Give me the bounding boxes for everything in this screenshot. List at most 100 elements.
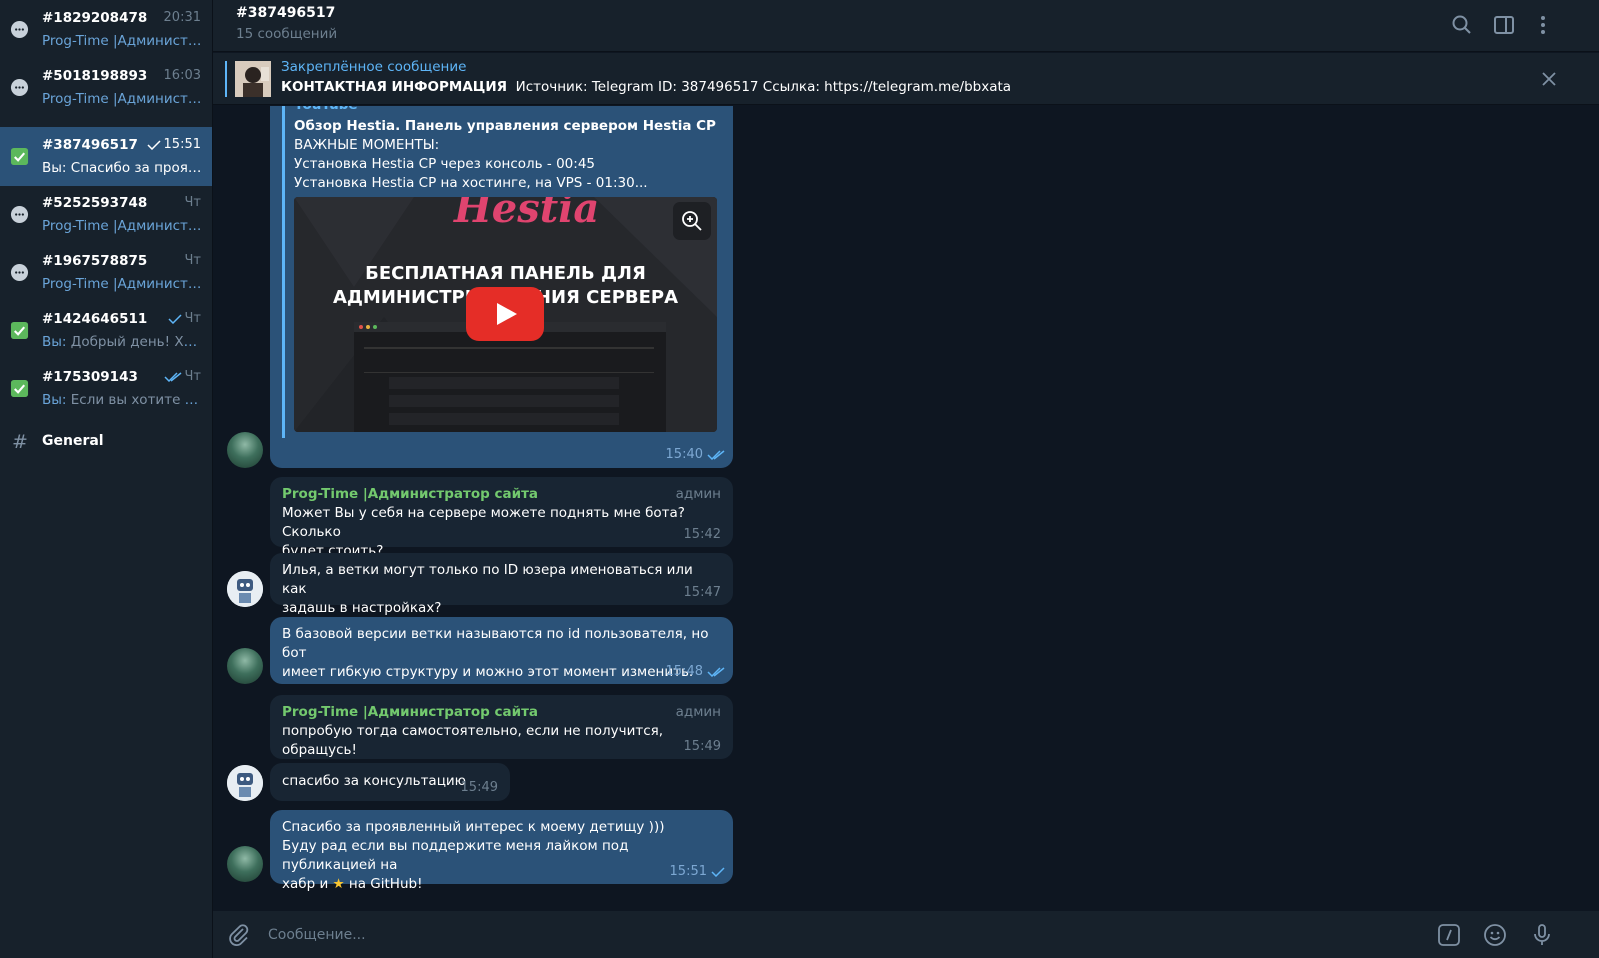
chat-item-active[interactable]: #387496517 15:51 Вы: Спасибо за проя… — [0, 127, 212, 186]
emoji-icon[interactable] — [1483, 923, 1507, 947]
bot-commands-icon[interactable] — [1437, 923, 1461, 947]
chat-preview: Prog-Time |Админист… — [42, 276, 202, 292]
message-bubble-outgoing[interactable]: Спасибо за проявленный интерес к моему д… — [270, 810, 733, 892]
chat-preview-prefix: Вы: — [42, 392, 71, 408]
chat-bubble-icon — [10, 263, 29, 282]
message-time: 15:47 — [684, 583, 721, 602]
message-time: 15:49 — [461, 778, 498, 797]
avatar[interactable] — [227, 648, 263, 684]
chat-preview: Prog-Time |Админист… — [42, 33, 202, 49]
avatar[interactable] — [227, 571, 263, 607]
message-bubble[interactable]: Илья, а ветки могут только по ID юзера и… — [270, 553, 733, 616]
close-icon[interactable] — [1539, 69, 1559, 89]
message-time: 15:49 — [684, 737, 721, 756]
pinned-title: Закреплённое сообщение — [281, 59, 467, 75]
message-time-text: 15:47 — [683, 585, 721, 600]
hash-icon: # — [12, 431, 28, 453]
chat-name: #1967578875 — [42, 253, 148, 269]
star-emoji-icon: ★ — [332, 876, 345, 892]
message-bubble-link-preview[interactable]: YouTube Обзор Hestia. Панель управления … — [270, 106, 733, 468]
link-preview-title: Обзор Hestia. Панель управления сервером… — [294, 118, 716, 134]
chat-item[interactable]: #5018198893 16:03 Prog-Time |Админист… — [0, 58, 212, 117]
chat-preview-text: Добрый день! Хо… — [70, 334, 202, 350]
message-bubble-outgoing[interactable]: В базовой версии ветки называются по id … — [270, 617, 733, 684]
chat-list-sidebar: #1829208478 20:31 Prog-Time |Админист… #… — [0, 0, 213, 958]
message-bubble[interactable]: спасибо за консультацию 15:49 — [270, 763, 510, 801]
chat-time-text: Чт — [184, 369, 202, 384]
link-preview-desc: Установка Hestia CP через консоль - 00:4… — [294, 156, 595, 172]
avatar[interactable] — [227, 432, 263, 468]
video-logo: Hestia — [454, 197, 600, 232]
link-preview-desc: ВАЖНЫЕ МОМЕНТЫ: — [294, 137, 440, 153]
chat-preview-prefix: Вы: — [42, 160, 71, 176]
pinned-accent-bar — [225, 61, 227, 97]
chat-item[interactable]: #5252593748 Чт Prog-Time |Админист… — [0, 185, 212, 244]
single-check-icon — [147, 139, 161, 150]
message-text: задашь в настройках? — [282, 600, 442, 616]
chat-time: 16:03 — [164, 68, 201, 83]
chat-name: General — [42, 433, 104, 449]
chat-title: #387496517 — [236, 5, 336, 21]
message-sender[interactable]: Prog-Time |Администратор сайта — [282, 485, 721, 504]
chat-preview: Вы: Если вы хотите с… — [42, 392, 202, 408]
search-icon[interactable] — [1450, 13, 1474, 37]
message-time: 15:40 — [666, 445, 725, 464]
chat-preview-text: Если вы хотите с… — [70, 392, 202, 408]
avatar[interactable] — [227, 765, 263, 801]
chat-item[interactable]: #1829208478 20:31 Prog-Time |Админист… — [0, 0, 212, 59]
message-text: Буду рад если вы поддержите меня лайком … — [282, 838, 629, 873]
microphone-icon[interactable] — [1530, 923, 1554, 947]
message-text: на GitHub! — [344, 876, 423, 892]
message-bubble[interactable]: Prog-Time |Администратор сайта админ Мож… — [270, 477, 733, 559]
admin-badge: админ — [675, 704, 721, 720]
message-text: имеет гибкую структуру и можно этот моме… — [282, 664, 694, 680]
chat-item[interactable]: #1424646511 Чт Вы: Добрый день! Хо… — [0, 301, 212, 360]
message-list[interactable]: YouTube Обзор Hestia. Панель управления … — [213, 106, 1599, 911]
play-icon[interactable] — [466, 287, 544, 341]
message-time-text: 15:51 — [669, 864, 707, 879]
chat-time-text: Чт — [184, 311, 202, 326]
chat-preview-text: Prog-Time |Админист… — [42, 91, 202, 107]
pinned-thumbnail — [235, 61, 271, 97]
link-preview-desc: Установка Hestia CP на хостинге, на VPS … — [294, 175, 648, 191]
chat-time: 20:31 — [164, 10, 201, 25]
message-sender[interactable]: Prog-Time |Администратор сайта — [282, 703, 721, 722]
chat-item-general[interactable]: # General — [0, 422, 212, 462]
message-bubble[interactable]: Prog-Time |Администратор сайта админ поп… — [270, 695, 733, 759]
message-time-text: 15:49 — [460, 780, 498, 795]
message-text: попробую тогда самостоятельно, если не п… — [282, 723, 664, 758]
single-check-icon — [711, 866, 725, 877]
chat-name: #1829208478 — [42, 10, 148, 26]
green-check-icon — [10, 147, 29, 166]
message-text-line3: хабр и ★ на GitHub! — [282, 875, 721, 894]
chat-preview: Prog-Time |Админист… — [42, 91, 202, 107]
message-input[interactable] — [268, 922, 1368, 948]
more-vertical-icon[interactable] — [1531, 13, 1555, 37]
chat-name: #175309143 — [42, 369, 138, 385]
double-check-icon — [707, 449, 725, 460]
chat-time-text: 16:03 — [163, 68, 201, 83]
chat-preview-text: Prog-Time |Админист… — [42, 276, 202, 292]
avatar[interactable] — [227, 846, 263, 882]
chat-name: #1424646511 — [42, 311, 148, 327]
link-preview[interactable]: YouTube Обзор Hestia. Панель управления … — [282, 106, 717, 438]
message-time: 15:42 — [684, 525, 721, 544]
chat-item[interactable]: #175309143 Чт Вы: Если вы хотите с… — [0, 359, 212, 418]
green-check-icon — [10, 321, 29, 340]
message-text: Илья, а ветки могут только по ID юзера и… — [282, 562, 693, 597]
message-text: В базовой версии ветки называются по id … — [282, 626, 709, 661]
video-thumbnail[interactable]: Hestia БЕСПЛАТНАЯ ПАНЕЛЬ ДЛЯ АДМИНИСТРИР… — [294, 197, 717, 432]
chat-header: #387496517 15 сообщений — [213, 0, 1599, 52]
chat-preview: Вы: Спасибо за проя… — [42, 160, 202, 176]
message-text: Может Вы у себя на сервере можете поднят… — [282, 505, 685, 540]
message-text: хабр и — [282, 876, 333, 892]
message-time-text: 15:49 — [683, 739, 721, 754]
sidebar-toggle-icon[interactable] — [1492, 13, 1516, 37]
chat-item[interactable]: #1967578875 Чт Prog-Time |Админист… — [0, 243, 212, 302]
pinned-message[interactable]: Закреплённое сообщение КОНТАКТНАЯ ИНФОРМ… — [213, 53, 1599, 105]
admin-badge: админ — [675, 486, 721, 502]
message-time-text: 15:48 — [665, 664, 703, 679]
zoom-icon[interactable] — [673, 202, 711, 240]
pinned-text: КОНТАКТНАЯ ИНФОРМАЦИЯ Источник: Telegram… — [281, 79, 1011, 95]
attach-icon[interactable] — [227, 923, 251, 947]
